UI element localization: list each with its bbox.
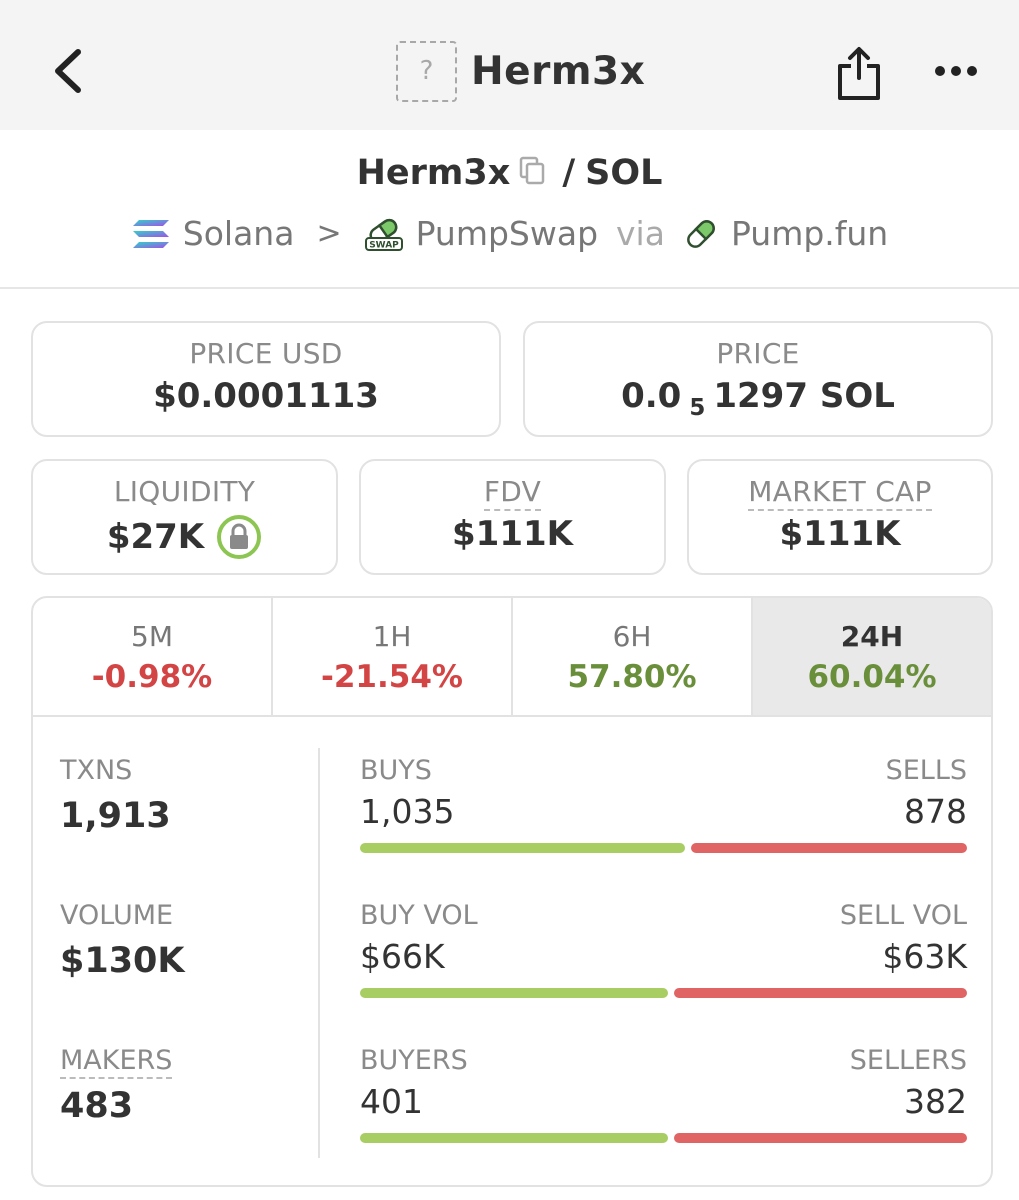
market-cap-value: $111K: [779, 514, 901, 554]
top-navigation-bar: ? Herm3x: [0, 0, 1019, 130]
chevron-left-icon: [55, 49, 81, 93]
sell-bar-segment: [673, 1133, 967, 1143]
section-divider: [0, 287, 1019, 289]
launchpad-name: Pump.fun: [730, 214, 889, 253]
pair-base-symbol: Herm3x: [356, 153, 511, 193]
tab-label: 5M: [131, 620, 173, 653]
buys-sells-bar: [360, 843, 967, 853]
makers-stat: MAKERS 483: [60, 1045, 173, 1126]
makers-label[interactable]: MAKERS: [60, 1045, 173, 1079]
sell-vol-label: SELL VOL: [839, 900, 967, 931]
tab-1h[interactable]: 1H -21.54%: [273, 598, 513, 715]
question-icon: ?: [419, 56, 434, 86]
chevron-right-icon: >: [316, 216, 342, 251]
tab-label: 24H: [840, 620, 904, 653]
liquidity-label: LIQUIDITY: [113, 475, 256, 508]
market-cap-card: MARKET CAP $111K: [687, 459, 993, 575]
svg-text:SWAP: SWAP: [369, 240, 399, 250]
price-prefix: 0.0: [621, 376, 682, 416]
copy-address-button[interactable]: [518, 154, 546, 194]
tab-label: 6H: [612, 620, 652, 653]
buys-label: BUYS: [360, 755, 432, 786]
buy-vol-label: BUY VOL: [360, 900, 478, 931]
back-button[interactable]: [44, 44, 94, 98]
buys-value: 1,035: [360, 792, 455, 831]
sell-bar-segment: [691, 843, 967, 853]
txns-value: 1,913: [60, 796, 171, 836]
fdv-value: $111K: [452, 514, 573, 554]
solana-icon: [132, 219, 169, 248]
sellers-value: 382: [904, 1082, 967, 1121]
share-icon: [838, 47, 880, 100]
buy-bar-segment: [360, 843, 686, 853]
fdv-label[interactable]: FDV: [483, 475, 542, 511]
sells-label: SELLS: [885, 755, 967, 786]
fdv-card: FDV $111K: [359, 459, 666, 575]
pair-quote-symbol: SOL: [585, 153, 663, 193]
txns-label: TXNS: [60, 755, 133, 786]
makers-value: 483: [60, 1086, 134, 1126]
column-divider: [318, 748, 320, 1158]
market-cap-label[interactable]: MARKET CAP: [748, 475, 932, 511]
price-native-card: PRICE 0.0 5 1297 SOL: [523, 321, 993, 437]
tab-label: 1H: [372, 620, 412, 653]
pair-title: Herm3x / SOL: [0, 153, 1019, 194]
volume-label: VOLUME: [60, 900, 174, 931]
tab-5m[interactable]: 5M -0.98%: [33, 598, 273, 715]
tab-24h[interactable]: 24H 60.04%: [753, 598, 991, 715]
sell-bar-segment: [673, 988, 967, 998]
more-options-button[interactable]: [930, 60, 982, 82]
price-usd-label: PRICE USD: [189, 337, 343, 370]
price-usd-value: $0.0001113: [153, 376, 379, 416]
liquidity-card: LIQUIDITY $27K: [31, 459, 338, 575]
tab-change: 57.80%: [567, 659, 697, 695]
liquidity-value: $27K: [106, 517, 205, 557]
tab-6h[interactable]: 6H 57.80%: [513, 598, 753, 715]
breadcrumb-chain[interactable]: Solana: [131, 214, 295, 253]
volume-stat: VOLUME $130K: [60, 900, 185, 981]
nav-title-group: ? Herm3x: [396, 40, 645, 102]
buy-bar-segment: [360, 1133, 668, 1143]
price-usd-card: PRICE USD $0.0001113: [31, 321, 501, 437]
breadcrumb: Solana > SWAP PumpSwap via Pump.fun: [0, 214, 1019, 253]
timeframe-tabs: 5M -0.98% 1H -21.54% 6H 57.80% 24H 60.04…: [33, 598, 991, 717]
buy-vol-value: $66K: [360, 937, 445, 976]
sell-vol-value: $63K: [882, 937, 967, 976]
sells-value: 878: [904, 792, 967, 831]
volume-ratio: BUY VOL SELL VOL $66K $63K: [360, 900, 967, 998]
chain-name: Solana: [182, 214, 295, 253]
buyers-sellers-bar: [360, 1133, 967, 1143]
buy-bar-segment: [360, 988, 668, 998]
pair-separator: /: [562, 153, 576, 193]
via-label: via: [616, 214, 665, 253]
price-native-value: 0.0 5 1297 SOL: [525, 376, 991, 421]
price-native-label: PRICE: [716, 337, 800, 370]
dex-name: PumpSwap: [415, 214, 599, 253]
buyers-value: 401: [360, 1082, 423, 1121]
tab-change: -21.54%: [321, 659, 463, 695]
volume-value: $130K: [60, 941, 185, 981]
liquidity-value-row: $27K: [33, 514, 336, 560]
share-button[interactable]: [834, 44, 884, 102]
buys-sells-ratio: BUYS SELLS 1,035 878: [360, 755, 967, 853]
price-suffix: 1297 SOL: [713, 376, 895, 416]
breadcrumb-launchpad[interactable]: Pump.fun: [683, 214, 888, 253]
token-image-placeholder: ?: [396, 40, 457, 102]
txns-stat: TXNS 1,913: [60, 755, 171, 836]
pill-icon: [687, 219, 715, 248]
buyers-label: BUYERS: [360, 1045, 468, 1076]
tab-change: 60.04%: [807, 659, 937, 695]
breadcrumb-dex[interactable]: SWAP PumpSwap: [364, 214, 598, 253]
page-title: Herm3x: [471, 48, 646, 94]
copy-icon: [520, 156, 545, 185]
tab-change: -0.98%: [91, 659, 213, 695]
timeframe-stats-panel: 5M -0.98% 1H -21.54% 6H 57.80% 24H 60.04…: [31, 596, 993, 1187]
buyers-sellers-ratio: BUYERS SELLERS 401 382: [360, 1045, 967, 1143]
volume-bar: [360, 988, 967, 998]
lock-icon[interactable]: [216, 514, 262, 560]
sellers-label: SELLERS: [849, 1045, 967, 1076]
more-horizontal-icon: [935, 66, 977, 76]
price-zero-count: 5: [689, 395, 706, 421]
pumpswap-icon: SWAP: [364, 218, 403, 251]
